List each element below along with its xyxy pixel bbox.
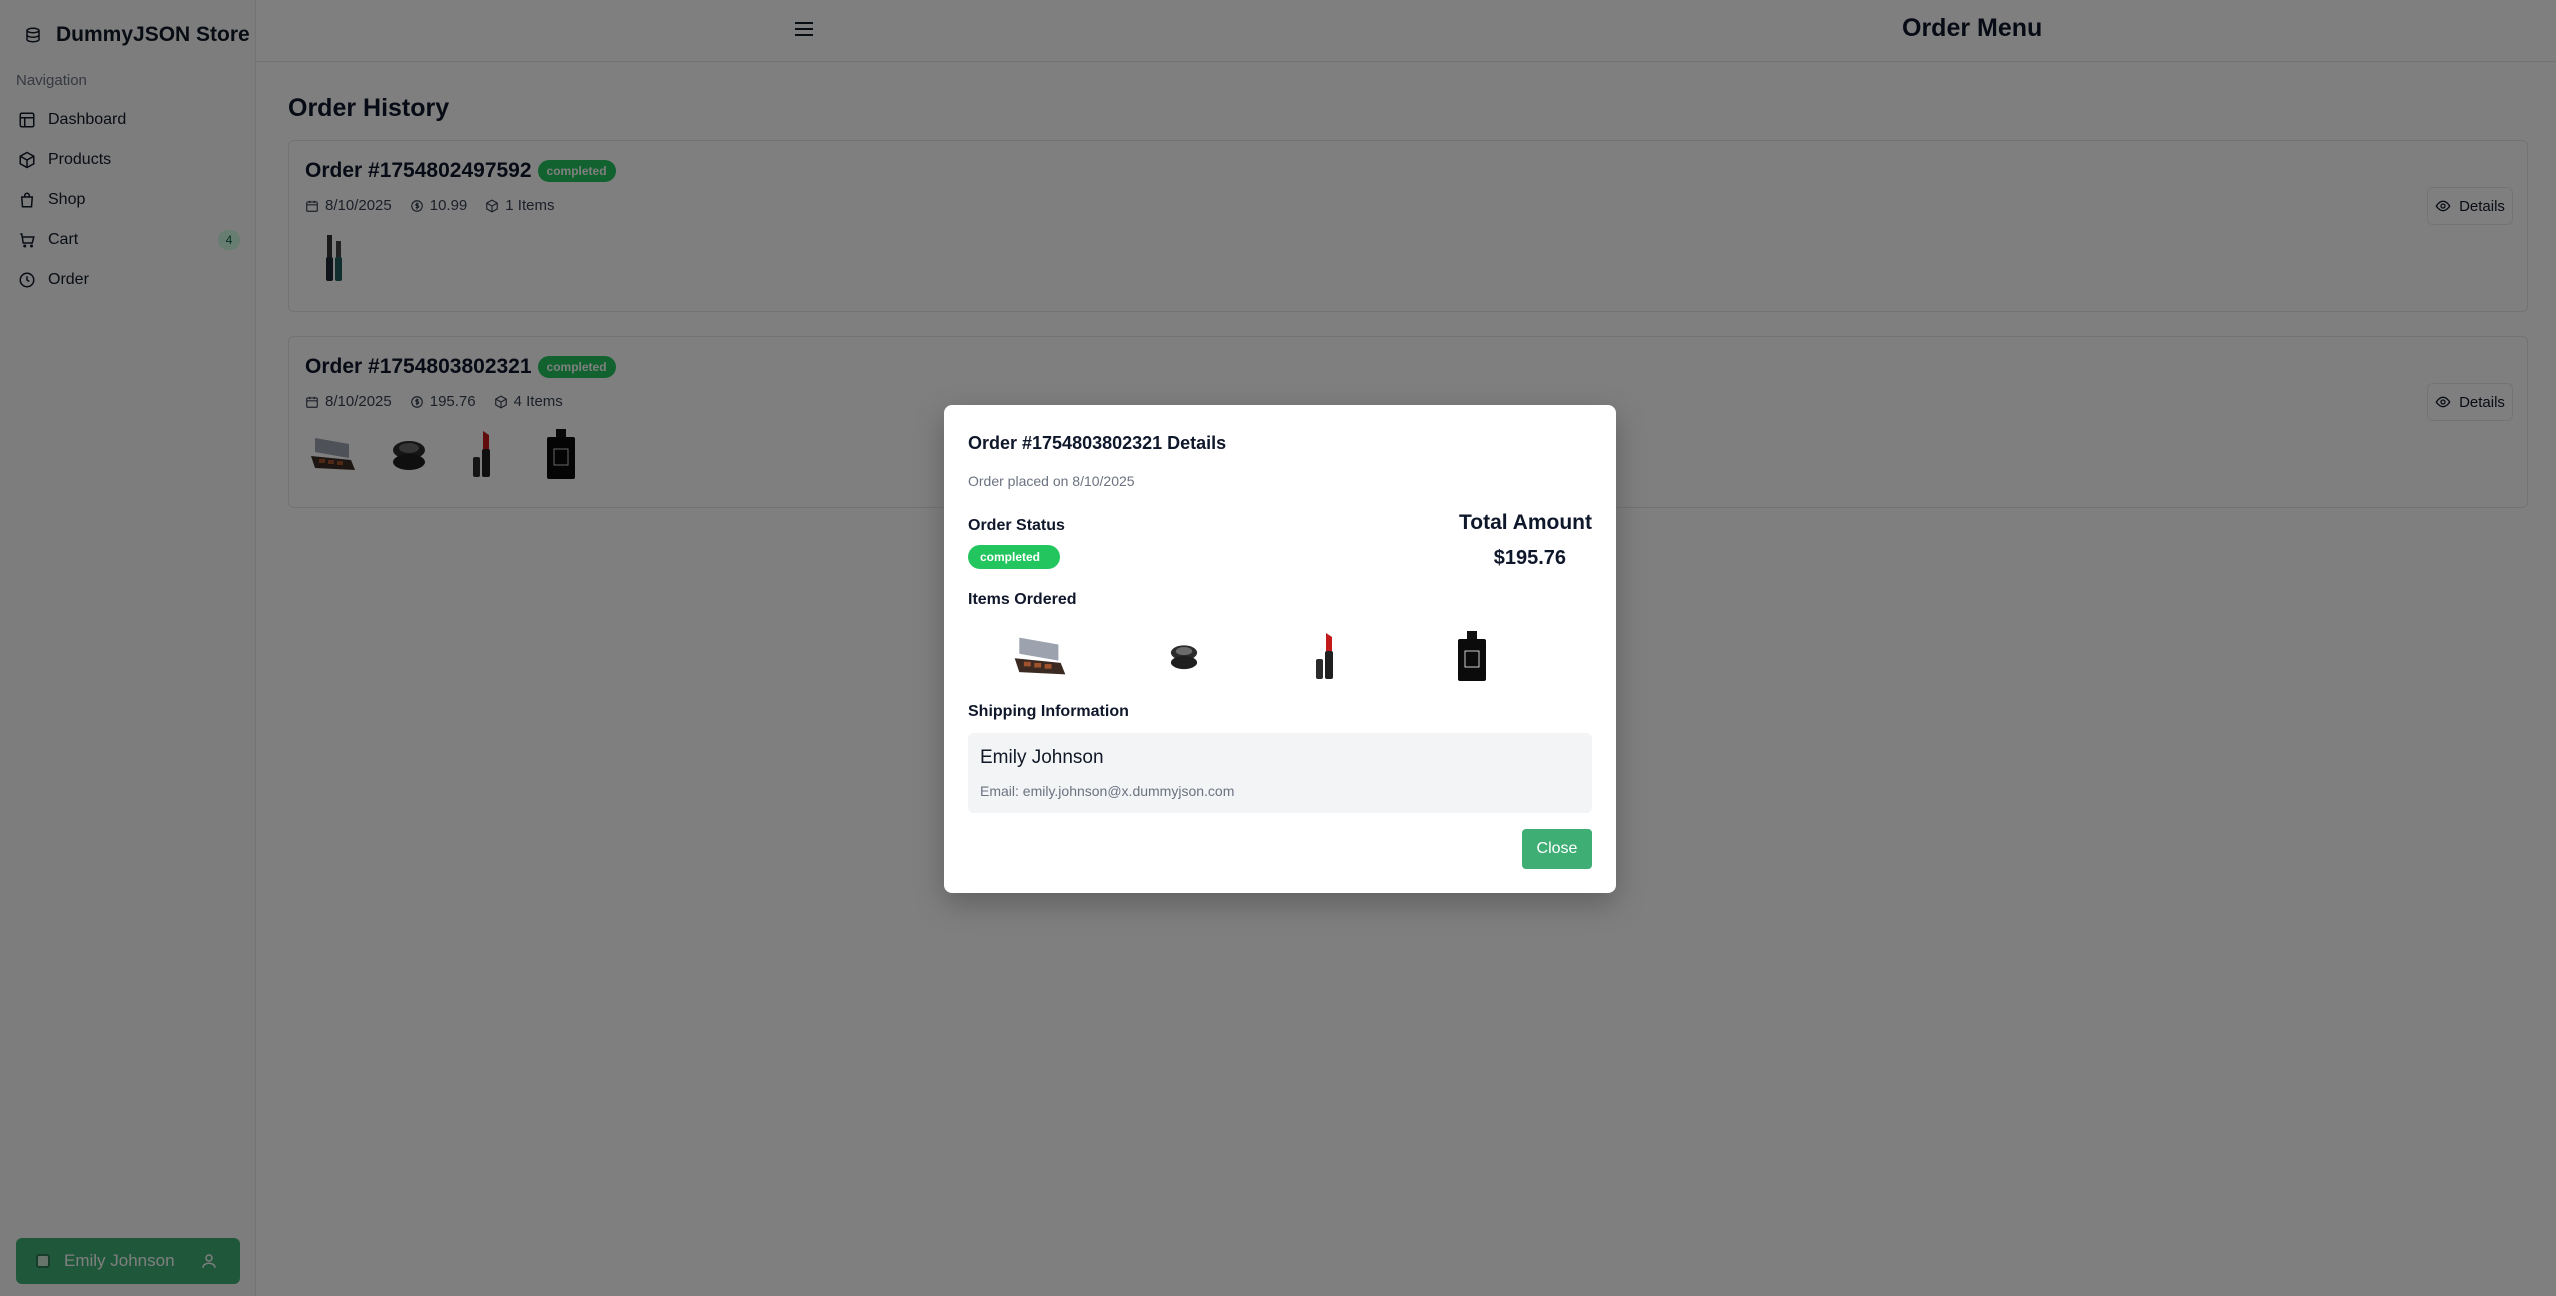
shipping-info-label: Shipping Information: [968, 703, 1129, 720]
eyeshadow-palette-item: [968, 621, 1112, 691]
items-ordered-list: [968, 621, 1544, 691]
modal-title: Order #1754803802321 Details: [968, 433, 1227, 453]
powder-compact-item: [1112, 621, 1256, 691]
perfume-bottle-image: [1458, 631, 1486, 681]
status-badge: completed: [968, 545, 1060, 569]
perfume-bottle-item: [1400, 621, 1544, 691]
shipping-info-box: Emily Johnson Email: emily.johnson@x.dum…: [968, 733, 1592, 813]
total-amount-label: Total Amount: [1459, 511, 1592, 534]
lipstick-image: [1316, 633, 1333, 679]
modal-subtitle: Order placed on 8/10/2025: [968, 473, 1135, 489]
total-amount-value: $195.76: [1493, 547, 1566, 569]
close-button[interactable]: Close: [1522, 829, 1592, 869]
order-details-modal: Order #1754803802321 Details Order place…: [944, 405, 1616, 893]
powder-compact-image: [1170, 645, 1198, 670]
shipping-email: Email: emily.johnson@x.dummyjson.com: [980, 783, 1235, 799]
items-ordered-label: Items Ordered: [968, 591, 1077, 608]
lipstick-item: [1256, 621, 1400, 691]
eyeshadow-palette-image: [1014, 637, 1066, 675]
order-status-label: Order Status: [968, 517, 1065, 534]
shipping-name: Emily Johnson: [980, 747, 1104, 768]
